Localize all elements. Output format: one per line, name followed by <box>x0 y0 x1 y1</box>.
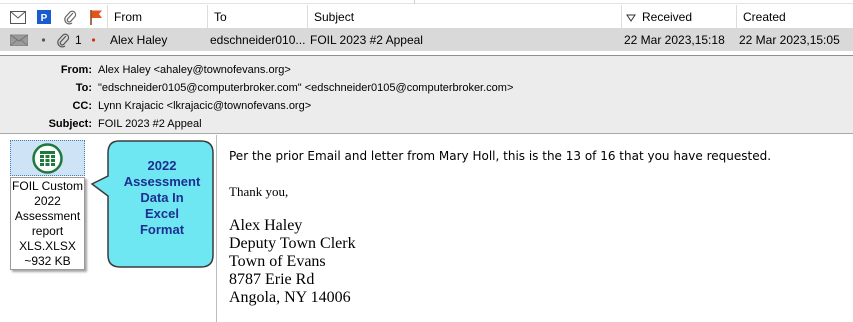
sort-descending-icon <box>626 14 636 22</box>
message-created: 22 Mar 2023,15:05 <box>739 33 840 47</box>
cc-row: CC: Lynn Krajacic <lkrajacic@townofevans… <box>0 97 853 115</box>
signature-block: Alex Haley Deputy Town Clerk Town of Eva… <box>229 217 356 307</box>
flag-column-icon[interactable] <box>84 5 108 29</box>
callout-line: Format <box>139 222 185 237</box>
envelope-column-icon[interactable] <box>6 5 30 29</box>
thread-count: 1 <box>75 33 82 47</box>
svg-text:P: P <box>41 13 48 24</box>
callout-line: Assessment <box>123 174 201 189</box>
callout-line: Data In <box>140 190 184 205</box>
column-to[interactable]: To <box>207 5 307 29</box>
to-value[interactable]: "edschneider0105@computerbroker.com" <ed… <box>98 79 513 97</box>
to-label: To: <box>75 82 92 94</box>
from-label: From: <box>60 64 92 76</box>
message-subject: FOIL 2023 #2 Appeal <box>310 33 423 47</box>
signature-title: Deputy Town Clerk <box>229 235 356 252</box>
message-from: Alex Haley <box>110 33 168 47</box>
priority-dot <box>41 29 47 51</box>
signature-street: 8787 Erie Rd <box>229 271 315 288</box>
attachment-column-icon[interactable] <box>58 5 82 29</box>
callout-line: 2022 <box>147 158 177 173</box>
message-body[interactable]: Per the prior Email and letter from Mary… <box>218 135 853 322</box>
subject-label: Subject: <box>48 118 92 130</box>
column-received[interactable]: Received <box>621 5 736 29</box>
attachment-line: report <box>31 224 64 238</box>
message-received: 22 Mar 2023,15:18 <box>624 33 725 47</box>
column-received-label: Received <box>642 10 693 24</box>
attachment-indicator-icon <box>56 32 70 48</box>
to-row: To: "edschneider0105@computerbroker.com"… <box>0 79 853 97</box>
attachment-line: Assessment <box>14 209 81 223</box>
attachment-line: FOIL Custom <box>12 179 83 193</box>
column-from[interactable]: From <box>107 5 207 29</box>
message-to: edschneider010... <box>210 33 306 47</box>
body-text-line: Per the prior Email and letter from Mary… <box>229 149 772 163</box>
attachment-line: XLS.XLSX <box>19 239 76 253</box>
signature-org: Town of Evans <box>229 253 326 270</box>
attachment-label[interactable]: FOIL Custom 2022 Assessment report XLS.X… <box>10 177 85 270</box>
attachment-line: 2022 <box>34 194 61 208</box>
message-row[interactable]: 1 Alex Haley edschneider010... FOIL 2023… <box>0 29 853 51</box>
cc-value[interactable]: Lynn Krajacic <lkrajacic@townofevans.org… <box>98 97 311 115</box>
flag-dot[interactable] <box>91 29 97 51</box>
attachment-line: ~932 KB <box>24 254 71 268</box>
message-header-fields: From: Alex Haley <ahaley@townofevans.org… <box>0 56 853 134</box>
signature-name: Alex Haley <box>229 217 303 234</box>
from-value[interactable]: Alex Haley <ahaley@townofevans.org> <box>98 61 291 79</box>
signature-city: Angola, NY 14006 <box>229 289 351 306</box>
callout-text: 2022 Assessment Data In Excel Format <box>111 158 213 238</box>
message-list-header: P From To Subject Received Created <box>0 5 853 29</box>
callout-line: Excel <box>145 206 179 221</box>
attachment-pane: FOIL Custom 2022 Assessment report XLS.X… <box>0 135 217 322</box>
envelope-read-icon <box>10 32 28 48</box>
column-created[interactable]: Created <box>736 5 853 29</box>
cc-label: CC: <box>72 100 92 112</box>
subject-row: Subject: FOIL 2023 #2 Appeal <box>0 115 853 133</box>
priority-column-icon[interactable]: P <box>32 5 56 29</box>
column-subject[interactable]: Subject <box>307 5 621 29</box>
excel-attachment-icon[interactable] <box>32 143 63 174</box>
top-divider <box>0 0 853 4</box>
subject-value: FOIL 2023 #2 Appeal <box>98 118 202 130</box>
from-row: From: Alex Haley <ahaley@townofevans.org… <box>0 61 853 79</box>
body-closing: Thank you, <box>229 184 289 199</box>
